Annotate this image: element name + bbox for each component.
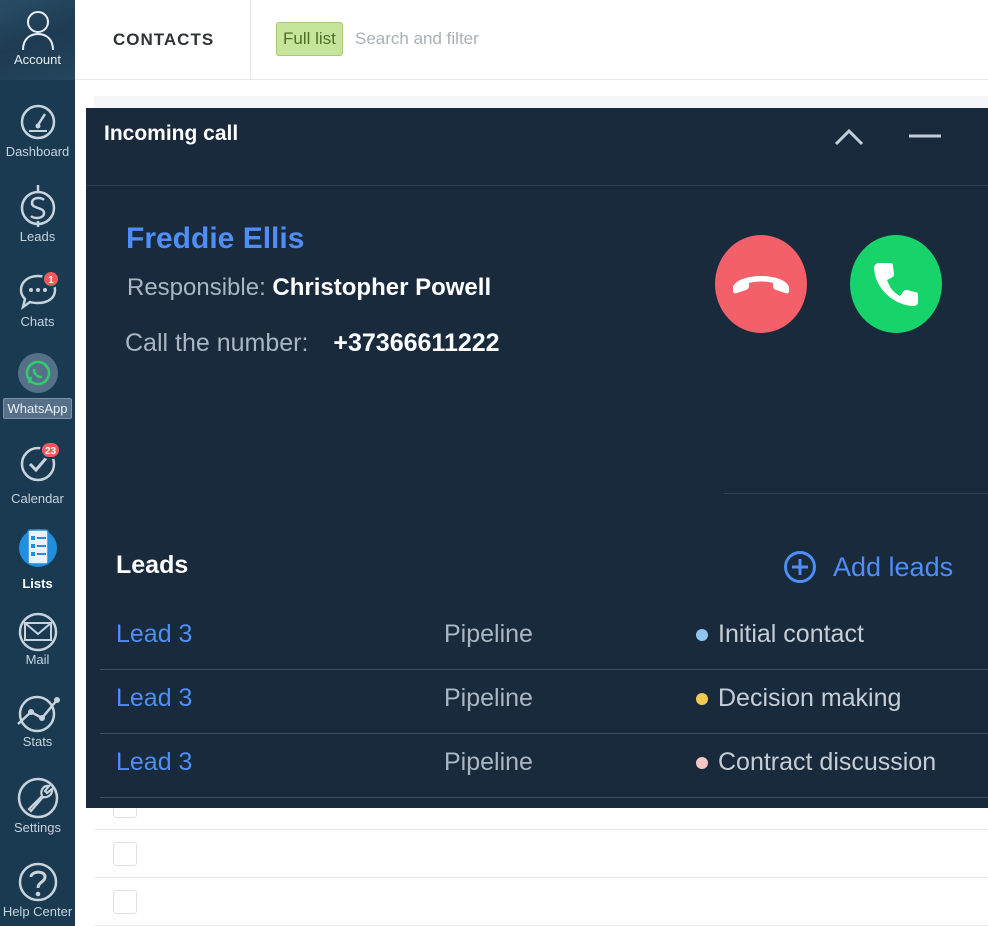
lead-row[interactable]: Lead 3 Pipeline Contract discussion xyxy=(100,734,988,798)
wrench-icon xyxy=(17,777,58,819)
lead-pipeline: Pipeline xyxy=(444,748,533,776)
search-input[interactable]: Search and filter xyxy=(355,22,479,56)
lead-status-label: Contract discussion xyxy=(718,748,937,776)
chats-badge: 1 xyxy=(42,270,60,288)
sidebar-item-label: Account xyxy=(14,52,61,67)
dollar-icon xyxy=(20,185,55,227)
leads-section-title: Leads xyxy=(116,551,189,579)
responsible-label: Responsible: xyxy=(127,274,266,301)
phone-icon xyxy=(874,263,918,306)
call-number-label: Call the number: xyxy=(125,329,309,357)
page-header: CONTACTS Full list Search and filter xyxy=(75,0,988,80)
sidebar-item-lists[interactable]: Lists xyxy=(0,526,75,591)
sidebar-item-label: Help Center xyxy=(2,904,73,919)
lead-status: Initial contact xyxy=(696,620,864,649)
sidebar-item-leads[interactable]: Leads xyxy=(0,183,75,244)
help-icon xyxy=(18,862,57,902)
calendar-badge: 23 xyxy=(40,441,62,459)
lead-pipeline: Pipeline xyxy=(444,684,533,712)
full-list-filter-chip[interactable]: Full list xyxy=(276,22,343,56)
sidebar-item-whatsapp[interactable]: WhatsApp xyxy=(0,352,75,419)
divider xyxy=(724,493,988,494)
sidebar-item-label: Lists xyxy=(22,576,53,591)
plus-circle-icon xyxy=(784,551,816,583)
collapse-button[interactable] xyxy=(834,124,864,153)
table-row[interactable] xyxy=(94,830,988,878)
list-icon xyxy=(18,529,57,567)
page-title: CONTACTS xyxy=(113,30,215,49)
sidebar-item-label: Mail xyxy=(25,652,50,667)
gauge-icon xyxy=(20,104,55,140)
status-dot xyxy=(696,756,708,769)
lead-row[interactable]: Lead 3 Pipeline Decision making xyxy=(100,670,988,734)
sidebar-item-mail[interactable]: Mail xyxy=(0,612,75,667)
sidebar-item-label: Leads xyxy=(19,229,56,244)
lead-pipeline: Pipeline xyxy=(444,620,533,648)
lead-status-label: Decision making xyxy=(718,684,902,712)
contact-name-link[interactable]: Freddie Ellis xyxy=(126,222,304,256)
sidebar-item-label: WhatsApp xyxy=(2,398,73,419)
user-icon xyxy=(21,11,54,51)
accept-call-button[interactable] xyxy=(850,235,942,333)
mail-icon xyxy=(18,612,57,652)
whatsapp-icon xyxy=(17,353,58,393)
sidebar: Account Dashboard Leads 1 Chats WhatsApp… xyxy=(0,0,75,926)
sidebar-item-label: Stats xyxy=(22,734,53,749)
sidebar-item-dashboard[interactable]: Dashboard xyxy=(0,103,75,159)
row-checkbox[interactable] xyxy=(113,890,137,914)
lead-name-link[interactable]: Lead 3 xyxy=(116,748,192,777)
sidebar-item-label: Settings xyxy=(14,820,61,835)
lead-row[interactable]: Lead 3 Pipeline Initial contact xyxy=(100,606,988,670)
sidebar-item-help-center[interactable]: Help Center xyxy=(0,860,75,919)
lead-name-link[interactable]: Lead 3 xyxy=(116,684,192,713)
lead-status: Decision making xyxy=(696,684,901,713)
phone-number: +37366611222 xyxy=(333,329,500,357)
sidebar-item-stats[interactable]: Stats xyxy=(0,694,75,749)
stats-icon xyxy=(16,695,60,733)
sidebar-item-calendar[interactable]: 23 Calendar xyxy=(0,441,75,506)
responsible-line: Responsible: Christopher Powell xyxy=(127,274,491,302)
call-number-line: Call the number: +37366611222 xyxy=(125,329,500,358)
row-checkbox[interactable] xyxy=(113,842,137,866)
hang-up-icon xyxy=(733,276,789,294)
sidebar-item-chats[interactable]: 1 Chats xyxy=(0,270,75,329)
table-row[interactable] xyxy=(94,878,988,926)
lead-status-label: Initial contact xyxy=(718,620,864,648)
lead-status: Contract discussion xyxy=(696,748,936,777)
sidebar-item-label: Dashboard xyxy=(5,144,70,159)
header-divider xyxy=(250,0,251,80)
add-leads-label: Add leads xyxy=(833,551,954,582)
chevron-up-icon xyxy=(834,128,864,146)
sidebar-item-account[interactable]: Account xyxy=(0,8,75,67)
status-dot xyxy=(696,628,708,641)
status-dot xyxy=(696,692,708,705)
sidebar-item-settings[interactable]: Settings xyxy=(0,776,75,835)
incoming-call-panel: Incoming call Freddie Ellis Responsible:… xyxy=(86,108,988,808)
sidebar-account[interactable]: Account xyxy=(0,0,75,80)
responsible-name: Christopher Powell xyxy=(272,274,492,301)
decline-call-button[interactable] xyxy=(715,235,807,333)
call-panel-title: Incoming call xyxy=(104,122,239,145)
sidebar-item-label: Chats xyxy=(20,314,55,329)
sidebar-item-label: Calendar xyxy=(11,491,64,506)
add-leads-button[interactable]: Add leads xyxy=(783,549,953,585)
minimize-button[interactable] xyxy=(908,124,942,153)
divider xyxy=(86,185,988,186)
minus-icon xyxy=(909,134,941,138)
lead-name-link[interactable]: Lead 3 xyxy=(116,620,192,649)
